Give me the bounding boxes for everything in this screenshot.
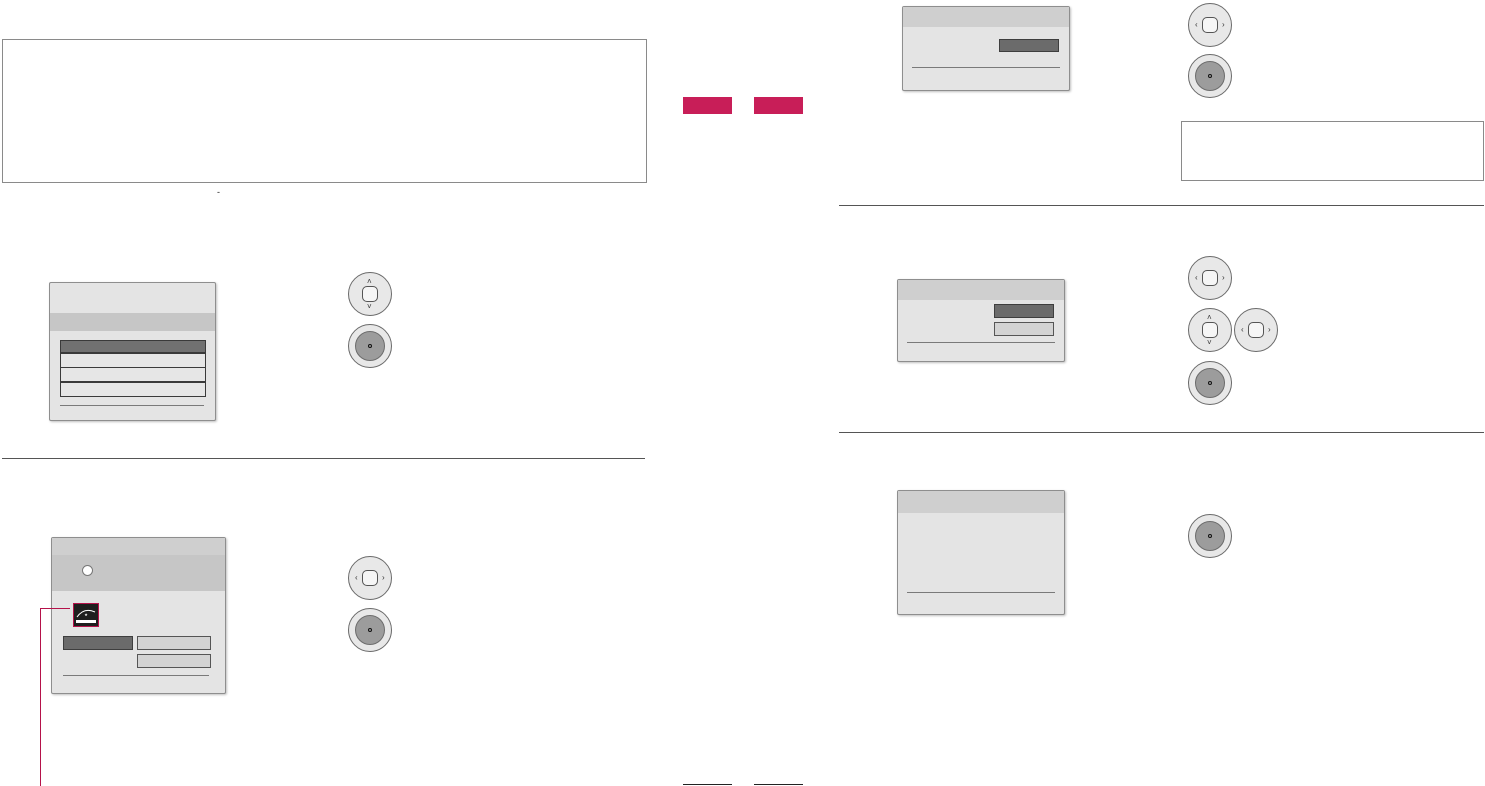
chevron-right-icon: › xyxy=(1222,20,1225,29)
nav-left-right-icon xyxy=(1202,17,1218,33)
chevron-up-icon: ˄ xyxy=(1207,313,1212,322)
menu-option-3[interactable] xyxy=(60,367,206,382)
mode-panel-divider xyxy=(63,675,209,676)
setting-panel-middle-title xyxy=(898,280,1064,300)
chevron-right-icon: › xyxy=(1268,325,1271,334)
mode-option-right-1[interactable] xyxy=(137,636,211,650)
nav-up-down-button[interactable]: ˄ ˅ xyxy=(1188,308,1232,352)
chevron-right-icon: › xyxy=(1222,273,1225,282)
nav-up-down-button[interactable]: ˄ ˅ xyxy=(348,272,392,316)
nav-left-right-button-2[interactable]: ‹ › xyxy=(1234,308,1278,352)
nav-left-right-button[interactable]: ‹ › xyxy=(1188,256,1232,300)
nav-left-right-icon xyxy=(1202,270,1218,286)
section-divider-right-1 xyxy=(839,205,1484,206)
ok-icon xyxy=(1195,61,1225,91)
chevron-left-icon: ‹ xyxy=(1195,273,1198,282)
ok-icon xyxy=(355,331,385,361)
note-box-right xyxy=(1181,121,1484,181)
setting-panel-middle-divider xyxy=(907,342,1055,343)
chevron-right-icon: › xyxy=(382,573,385,582)
ok-icon xyxy=(355,615,385,645)
ok-button[interactable] xyxy=(1188,514,1232,558)
menu-option-1[interactable] xyxy=(60,340,206,353)
ok-icon xyxy=(1195,521,1225,551)
nav-left-right-button[interactable]: ‹ › xyxy=(1188,3,1232,47)
mode-panel: ★ xyxy=(51,537,226,694)
section-divider-right-2 xyxy=(839,432,1484,433)
radio-icon[interactable] xyxy=(82,565,93,576)
ok-button[interactable] xyxy=(348,608,392,652)
message-panel-title xyxy=(898,491,1064,513)
setting-value-selected[interactable] xyxy=(999,39,1059,52)
setting-value-dark[interactable] xyxy=(994,304,1054,318)
nav-left-right-icon xyxy=(362,570,378,586)
setting-panel-top xyxy=(902,6,1070,91)
nav-up-down-icon xyxy=(1202,322,1218,338)
ok-icon xyxy=(1195,368,1225,398)
callout-line-horizontal xyxy=(40,608,70,609)
tab-right[interactable] xyxy=(754,97,803,114)
mode-panel-band xyxy=(52,555,225,591)
nav-left-right-icon xyxy=(1248,322,1264,338)
chevron-left-icon: ‹ xyxy=(1195,20,1198,29)
svg-text:★: ★ xyxy=(84,612,88,617)
message-panel xyxy=(897,490,1065,615)
chevron-up-icon: ˄ xyxy=(367,277,372,286)
note-dash: - xyxy=(217,187,220,197)
chevron-left-icon: ‹ xyxy=(355,573,358,582)
setting-panel-top-divider xyxy=(912,67,1060,68)
menu-header-band xyxy=(50,313,215,331)
mode-option-right-2[interactable] xyxy=(137,654,211,668)
ok-button[interactable] xyxy=(1188,54,1232,98)
setting-panel-middle xyxy=(897,279,1065,362)
setting-value-light[interactable] xyxy=(994,322,1054,336)
note-box: - xyxy=(2,39,647,197)
chevron-left-icon: ‹ xyxy=(1241,325,1244,334)
menu-option-4[interactable] xyxy=(60,382,206,397)
message-panel-divider xyxy=(907,592,1055,593)
ok-button[interactable] xyxy=(1188,361,1232,405)
nav-left-right-button[interactable]: ‹ › xyxy=(348,556,392,600)
menu-option-2[interactable] xyxy=(60,353,206,368)
setting-panel-top-title xyxy=(903,7,1069,27)
chevron-down-icon: ˅ xyxy=(367,302,372,311)
menu-panel-divider xyxy=(60,405,204,406)
mode-panel-title xyxy=(52,538,225,555)
mode-option-selected[interactable] xyxy=(63,636,133,650)
ok-button[interactable] xyxy=(348,324,392,368)
nav-up-down-icon xyxy=(362,286,378,302)
chevron-down-icon: ˅ xyxy=(1207,338,1212,347)
tab-left[interactable] xyxy=(683,97,732,114)
menu-panel xyxy=(49,282,216,421)
callout-line-vertical xyxy=(40,608,41,786)
section-divider-left xyxy=(2,458,645,459)
energy-star-logo: ★ xyxy=(73,603,99,627)
